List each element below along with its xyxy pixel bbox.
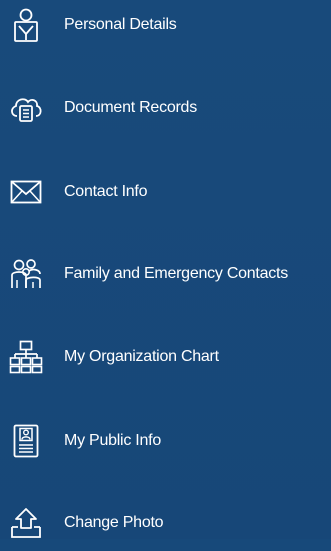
upload-photo-icon [7,504,45,542]
menu-item-label: My Organization Chart [64,348,219,365]
family-icon [7,255,45,293]
menu-item-document-records[interactable]: Document Records [0,80,331,136]
menu-item-label: Family and Emergency Contacts [64,265,288,282]
menu-item-label: Contact Info [64,183,148,200]
cloud-document-icon [7,89,45,127]
menu-item-public-info[interactable]: My Public Info [0,413,331,469]
profile-menu: Personal Details Document Records Contac… [0,0,331,539]
menu-item-personal-details[interactable]: Personal Details [0,0,331,53]
menu-item-label: Personal Details [64,16,177,33]
menu-item-label: Document Records [64,99,197,116]
id-card-icon [7,422,45,460]
menu-item-family-emergency-contacts[interactable]: Family and Emergency Contacts [0,246,331,302]
person-badge-icon [7,6,45,44]
envelope-icon [7,173,45,211]
menu-item-change-photo[interactable]: Change Photo [0,495,331,551]
menu-item-organization-chart[interactable]: My Organization Chart [0,329,331,385]
menu-item-label: My Public Info [64,432,161,449]
menu-item-label: Change Photo [64,514,164,531]
menu-item-contact-info[interactable]: Contact Info [0,164,331,220]
organization-chart-icon [7,338,45,376]
